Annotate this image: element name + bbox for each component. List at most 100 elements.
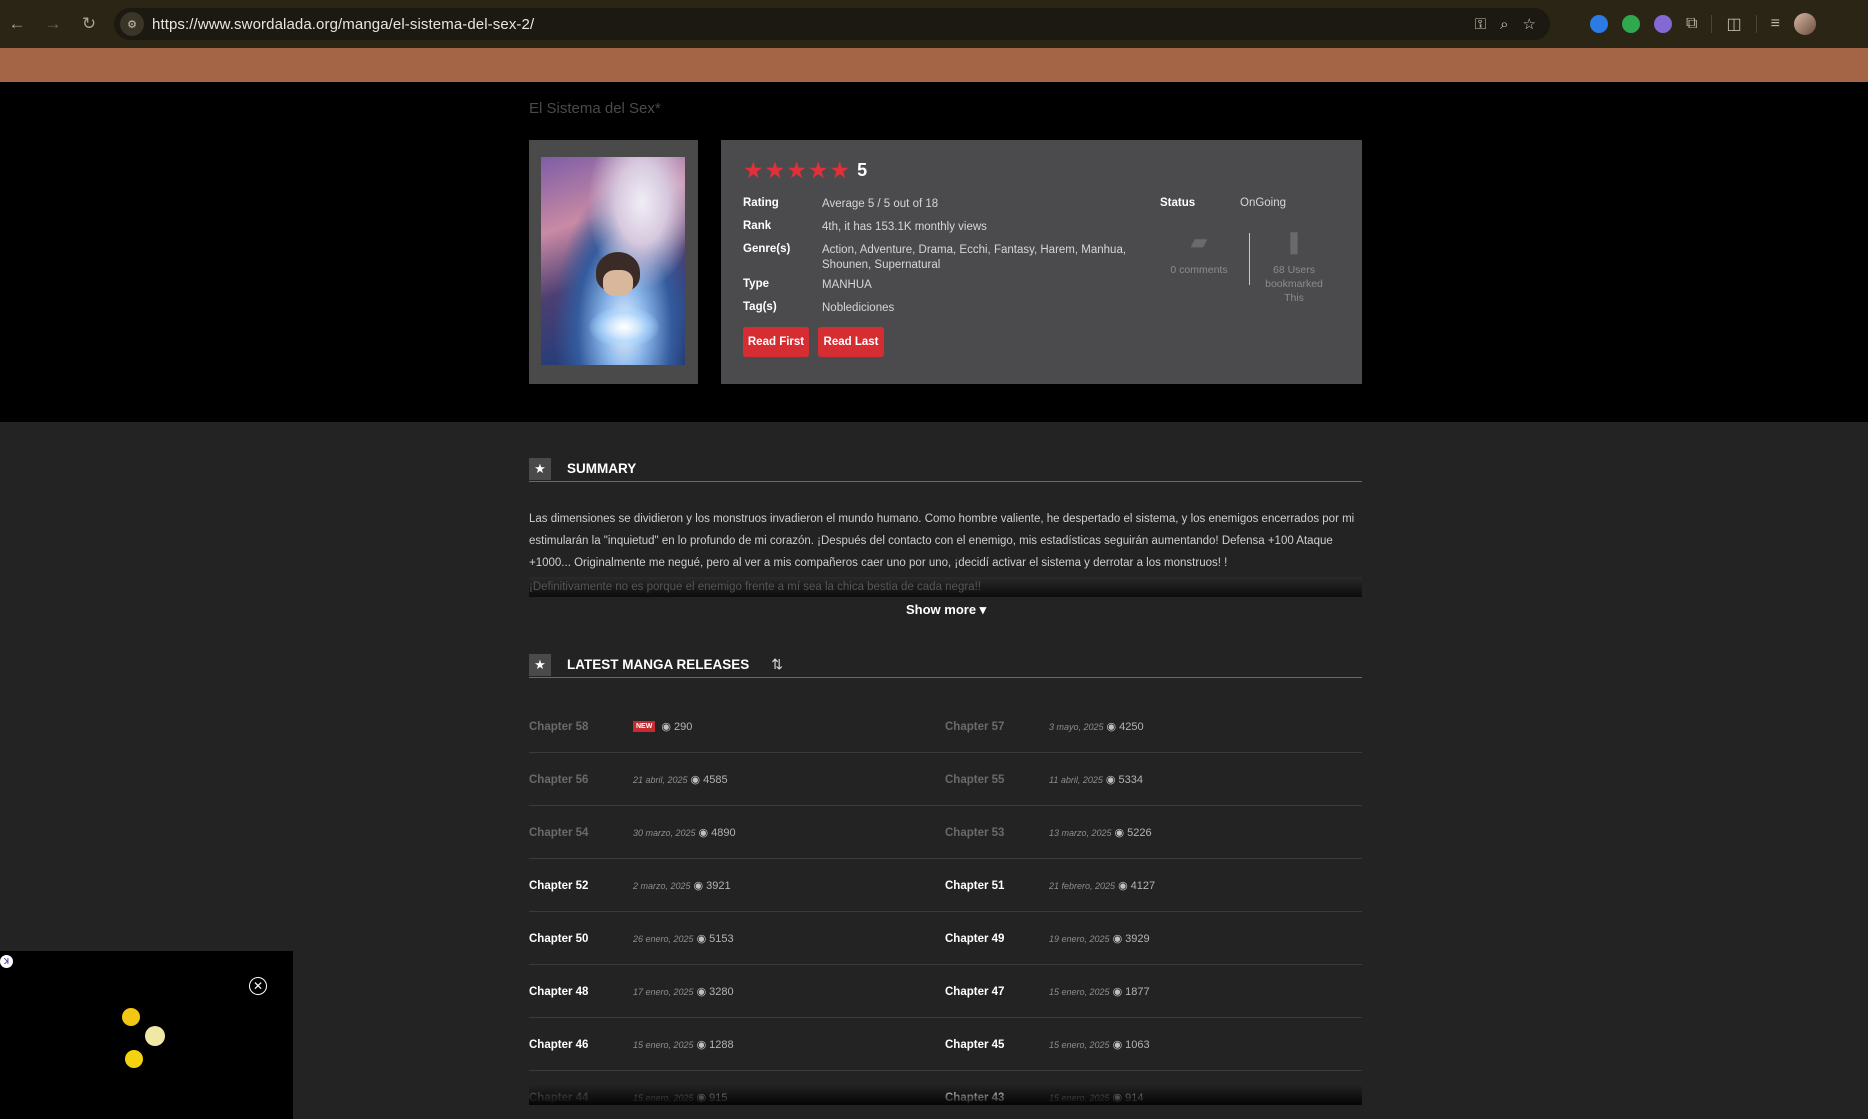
views-count: 5226 bbox=[1127, 826, 1152, 839]
read-first-button[interactable]: Read First bbox=[743, 327, 809, 357]
chapter-item[interactable]: Chapter 56 21 abril, 2025 ◉ 4585 bbox=[529, 753, 945, 806]
chapter-item[interactable]: Chapter 55 11 abril, 2025 ◉ 5334 bbox=[945, 753, 1361, 806]
chapter-item[interactable]: Chapter 58 NEW ◉ 290 bbox=[529, 700, 945, 753]
breadcrumb[interactable]: El Sistema del Sex* bbox=[529, 100, 661, 117]
browser-toolbar: ← → ↻ ⚙ https://www.swordalada.org/manga… bbox=[0, 0, 1868, 48]
password-key-icon[interactable]: ⚿ bbox=[1475, 16, 1486, 33]
chapter-views: ◉ 5334 bbox=[1106, 773, 1143, 787]
chapter-title[interactable]: Chapter 55 bbox=[945, 774, 1049, 786]
rating-score: 5 bbox=[857, 160, 868, 180]
chapter-date: 3 mayo, 2025 bbox=[1049, 721, 1104, 732]
chapter-item[interactable]: Chapter 54 30 marzo, 2025 ◉ 4890 bbox=[529, 806, 945, 859]
chapter-views: ◉ 1288 bbox=[697, 1038, 734, 1052]
extensions-puzzle-icon[interactable]: ⧉ bbox=[1686, 15, 1697, 33]
type-value: MANHUA bbox=[822, 279, 872, 291]
chapter-date: 13 marzo, 2025 bbox=[1049, 827, 1112, 838]
show-more-button[interactable]: Show more ▾ bbox=[906, 602, 986, 618]
eye-icon: ◉ bbox=[1112, 986, 1123, 998]
chapter-title[interactable]: Chapter 53 bbox=[945, 827, 1049, 839]
chapter-views: ◉ 1063 bbox=[1113, 1038, 1150, 1052]
chapter-title[interactable]: Chapter 51 bbox=[945, 880, 1049, 892]
zoom-icon[interactable]: ⌕ bbox=[1500, 16, 1508, 33]
chapter-row: Chapter 48 17 enero, 2025 ◉ 3280 Chapter 47 1… bbox=[529, 965, 1362, 1018]
back-icon[interactable]: ← bbox=[4, 11, 30, 37]
type-row: Type MANHUA bbox=[743, 278, 1162, 293]
chapter-item[interactable]: Chapter 49 19 enero, 2025 ◉ 3929 bbox=[945, 912, 1361, 965]
media-queue-icon[interactable]: ≡ bbox=[1771, 15, 1780, 33]
rating-stars: ★ ★ ★ ★ ★ 5 bbox=[743, 159, 867, 182]
reload-icon[interactable]: ↻ bbox=[76, 11, 102, 37]
chapter-date: 2 marzo, 2025 bbox=[633, 880, 691, 891]
chapter-item[interactable]: Chapter 45 15 enero, 2025 ◉ 1063 bbox=[945, 1018, 1361, 1071]
list-fade bbox=[529, 1085, 1362, 1105]
genres-label: Genre(s) bbox=[743, 243, 791, 255]
star-icon: ★ bbox=[529, 457, 551, 480]
genres-value[interactable]: Action, Adventure, Drama, Ecchi, Fantasy… bbox=[822, 243, 1162, 273]
chapter-title[interactable]: Chapter 56 bbox=[529, 774, 633, 786]
extension-purple-icon[interactable] bbox=[1654, 15, 1672, 33]
rank-row: Rank 4th, it has 153.1K monthly views bbox=[743, 220, 1162, 235]
views-count: 3929 bbox=[1125, 932, 1150, 945]
tags-row: Tag(s) Noblediciones bbox=[743, 301, 1162, 316]
chapter-item[interactable]: Chapter 53 13 marzo, 2025 ◉ 5226 bbox=[945, 806, 1361, 859]
releases-title: LATEST MANGA RELEASES bbox=[567, 657, 750, 672]
releases-header: ★ LATEST MANGA RELEASES ⇅ bbox=[529, 652, 1362, 678]
rank-label: Rank bbox=[743, 220, 772, 232]
comments-stat[interactable]: ▰ 0 comments bbox=[1154, 229, 1244, 277]
chapter-item[interactable]: Chapter 57 3 mayo, 2025 ◉ 4250 bbox=[945, 700, 1361, 753]
chapter-views: ◉ 290 bbox=[661, 720, 692, 734]
chapter-item[interactable]: Chapter 51 21 febrero, 2025 ◉ 4127 bbox=[945, 859, 1361, 912]
eye-icon: ◉ bbox=[661, 721, 671, 733]
chapter-item[interactable]: Chapter 52 2 marzo, 2025 ◉ 3921 bbox=[529, 859, 945, 912]
bookmarks-stat[interactable]: ❚ 68 Users bookmarked This bbox=[1254, 231, 1334, 305]
screenshot-icon[interactable]: ◫ bbox=[1726, 14, 1741, 34]
star-icon: ★ bbox=[829, 157, 851, 183]
chapter-title[interactable]: Chapter 54 bbox=[529, 827, 633, 839]
chapter-title[interactable]: Chapter 49 bbox=[945, 933, 1049, 945]
comment-icon: ▰ bbox=[1190, 229, 1208, 254]
eye-icon: ◉ bbox=[1106, 721, 1117, 733]
chapter-item[interactable]: Chapter 48 17 enero, 2025 ◉ 3280 bbox=[529, 965, 945, 1018]
bookmark-star-icon[interactable]: ☆ bbox=[1523, 15, 1536, 33]
chapter-date: 15 enero, 2025 bbox=[633, 1039, 694, 1050]
star-icon: ★ bbox=[786, 157, 807, 183]
views-count: 5334 bbox=[1118, 773, 1143, 786]
chapter-item[interactable]: Chapter 50 26 enero, 2025 ◉ 5153 bbox=[529, 912, 945, 965]
extension-green-icon[interactable] bbox=[1622, 15, 1640, 33]
forward-icon[interactable]: → bbox=[40, 11, 66, 37]
chapter-item[interactable]: Chapter 47 15 enero, 2025 ◉ 1877 bbox=[945, 965, 1361, 1018]
chapter-title[interactable]: Chapter 58 bbox=[529, 721, 633, 733]
chapter-title[interactable]: Chapter 45 bbox=[945, 1039, 1049, 1051]
tags-value[interactable]: Noblediciones bbox=[822, 301, 1162, 316]
chapter-date: 19 enero, 2025 bbox=[1049, 933, 1110, 944]
chapter-title[interactable]: Chapter 47 bbox=[945, 986, 1049, 998]
views-count: 4250 bbox=[1119, 720, 1144, 733]
chapter-views: ◉ 3921 bbox=[693, 879, 731, 893]
views-count: 3921 bbox=[706, 879, 731, 892]
site-settings-icon[interactable]: ⚙ bbox=[120, 12, 144, 36]
views-count: 1063 bbox=[1125, 1038, 1150, 1051]
address-bar[interactable]: ⚙ https://www.swordalada.org/manga/el-si… bbox=[114, 8, 1550, 40]
close-icon[interactable]: ✕ bbox=[249, 977, 267, 995]
profile-avatar[interactable] bbox=[1793, 13, 1816, 35]
sort-icon[interactable]: ⇅ bbox=[771, 656, 783, 673]
star-icon: ★ bbox=[807, 157, 829, 183]
tags-label: Tag(s) bbox=[743, 301, 777, 313]
chapter-title[interactable]: Chapter 52 bbox=[529, 880, 633, 892]
summary-header: ★ SUMMARY bbox=[529, 456, 1362, 482]
type-label: Type bbox=[743, 278, 769, 290]
eye-icon: ◉ bbox=[696, 986, 707, 998]
star-icon: ★ bbox=[743, 157, 764, 183]
extension-blue-icon[interactable] bbox=[1590, 15, 1608, 33]
read-last-button[interactable]: Read Last bbox=[818, 327, 884, 357]
url-text[interactable]: https://www.swordalada.org/manga/el-sist… bbox=[152, 16, 534, 33]
chapter-title[interactable]: Chapter 50 bbox=[529, 933, 633, 945]
chapter-title[interactable]: Chapter 46 bbox=[529, 1039, 633, 1051]
chapter-title[interactable]: Chapter 48 bbox=[529, 986, 633, 998]
chapter-date: 15 enero, 2025 bbox=[1049, 986, 1110, 997]
chapter-item[interactable]: Chapter 46 15 enero, 2025 ◉ 1288 bbox=[529, 1018, 945, 1071]
chapter-title[interactable]: Chapter 57 bbox=[945, 721, 1049, 733]
chapter-date: 21 febrero, 2025 bbox=[1049, 880, 1116, 891]
chapter-row: Chapter 58 NEW ◉ 290 Chapter 57 3 mayo, 2025 ◉… bbox=[529, 700, 1362, 753]
eye-icon: ◉ bbox=[693, 880, 704, 892]
